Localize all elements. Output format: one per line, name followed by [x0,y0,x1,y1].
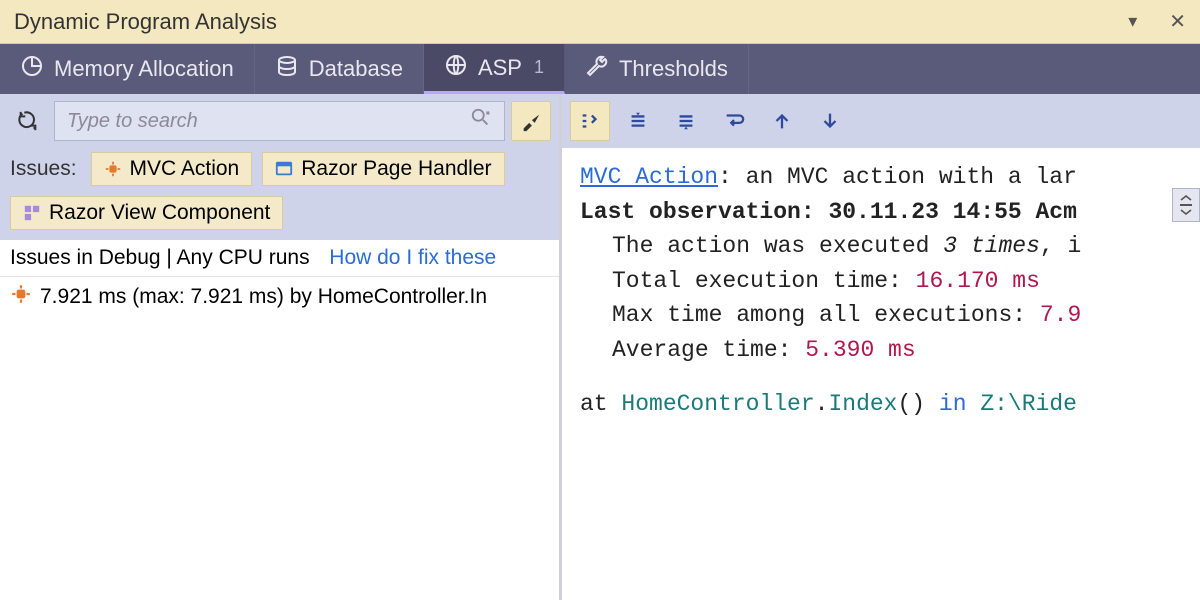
filter-mvc-action[interactable]: MVC Action [91,152,253,186]
details-text: : an MVC action with a lar [718,164,1077,190]
tab-label: Database [309,56,403,82]
tab-label: Thresholds [619,56,728,82]
scroll-stepper[interactable] [1172,188,1200,222]
tab-badge: 1 [534,57,544,78]
target-icon [104,160,122,178]
chip-label: Razor Page Handler [301,157,491,181]
parens: () [897,391,938,417]
tab-label: Memory Allocation [54,56,234,82]
search-options-icon[interactable] [470,107,492,135]
details-panel: MVC Action: an MVC action with a lar Las… [562,148,1200,434]
tab-memory-allocation[interactable]: Memory Allocation [0,44,255,94]
tab-label: ASP [478,55,522,81]
category-link[interactable]: MVC Action [580,164,718,190]
total-time-label: Total execution time: [612,268,916,294]
issues-header-text: Issues in Debug | Any CPU runs [10,246,310,270]
component-icon [23,204,41,222]
expand-selected-button[interactable] [570,101,610,141]
total-time-value: 16.170 ms [916,268,1040,294]
refresh-button[interactable] [8,101,48,141]
in-kw: in [939,391,980,417]
max-time-label: Max time among all executions: [612,302,1040,328]
tab-thresholds[interactable]: Thresholds [565,44,749,94]
filter-razor-page-handler[interactable]: Razor Page Handler [262,152,504,186]
down-button[interactable] [810,101,850,141]
details-text: The action was executed [612,233,943,259]
issue-text: 7.921 ms (max: 7.921 ms) by HomeControll… [40,285,487,309]
details-text: , i [1040,233,1081,259]
expand-button[interactable] [666,101,706,141]
exec-times: 3 times [943,233,1040,259]
window-title: Dynamic Program Analysis [14,9,1128,35]
avg-time-value: 5.390 ms [805,337,915,363]
chip-label: MVC Action [130,157,240,181]
how-do-i-fix-link[interactable]: How do I fix these [329,246,496,270]
last-observation-value: 30.11.23 14:55 Acm [828,199,1076,225]
database-icon [275,54,299,84]
issue-item[interactable]: 7.921 ms (max: 7.921 ms) by HomeControll… [0,277,559,317]
dropdown-icon[interactable]: ▾ [1128,12,1137,30]
file-path: Z:\Ride [980,391,1077,417]
globe-icon [444,53,468,83]
search-input[interactable] [67,110,470,133]
filter-razor-view-component[interactable]: Razor View Component [10,196,283,230]
issues-label: Issues: [10,157,77,181]
close-icon[interactable]: ✕ [1169,12,1186,32]
wrench-icon [585,54,609,84]
window-icon [275,160,293,178]
target-icon [10,283,32,311]
wrap-button[interactable] [714,101,754,141]
avg-time-label: Average time: [612,337,805,363]
pie-icon [20,54,44,84]
highlight-button[interactable] [511,101,551,141]
controller-name: HomeController [621,391,814,417]
at-kw: at [580,391,621,417]
search-field[interactable] [54,101,505,141]
collapse-button[interactable] [618,101,658,141]
chip-label: Razor View Component [49,201,270,225]
separator [310,246,322,270]
max-time-value: 7.9 [1040,302,1081,328]
method-name: Index [828,391,897,417]
tab-asp[interactable]: ASP 1 [424,44,565,94]
dot: . [815,391,829,417]
last-observation-label: Last observation: [580,199,828,225]
up-button[interactable] [762,101,802,141]
tab-database[interactable]: Database [255,44,424,94]
